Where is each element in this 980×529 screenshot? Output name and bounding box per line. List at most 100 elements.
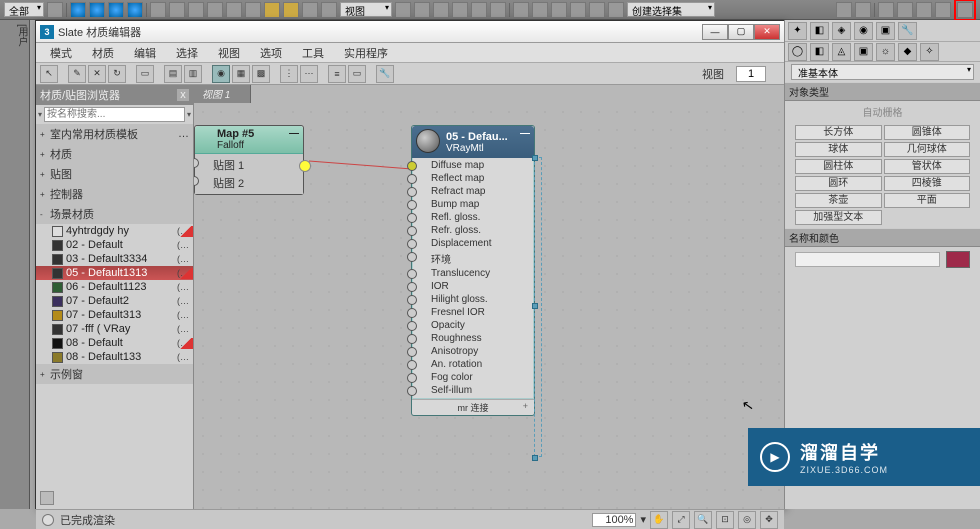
tb-8[interactable] — [207, 2, 223, 18]
node-vraymtl[interactable]: 05 - Defau... VRayMtl — Diffuse mapRefle… — [411, 125, 535, 416]
node-b-row[interactable]: Opacity — [413, 319, 533, 332]
rp-modify[interactable]: ◧ — [810, 22, 829, 40]
zoom-100[interactable]: ◎ — [738, 511, 756, 529]
zoom-down-icon[interactable]: ▾ — [640, 513, 646, 526]
tree-section-header[interactable]: +控制器 — [36, 184, 193, 204]
object-color-swatch[interactable] — [946, 251, 970, 268]
tb-20[interactable] — [490, 2, 506, 18]
tb-32[interactable] — [878, 2, 894, 18]
rp-display[interactable]: ▣ — [876, 22, 895, 40]
tree-section-header[interactable]: +室内常用材质模板… — [36, 124, 193, 144]
menu-edit[interactable]: 编辑 — [126, 43, 164, 63]
rp-util[interactable]: 🔧 — [898, 22, 917, 40]
rp-sub-5[interactable]: ☼ — [876, 43, 895, 61]
node-b-row[interactable]: Refl. gloss. — [413, 211, 533, 224]
primitive-button[interactable]: 几何球体 — [884, 142, 971, 157]
tb-15[interactable] — [395, 2, 411, 18]
tb-sphere4[interactable] — [127, 2, 143, 18]
tb-6[interactable] — [169, 2, 185, 18]
primitive-button[interactable]: 长方体 — [795, 125, 882, 140]
node-b-row[interactable]: IOR — [413, 280, 533, 293]
tb-highlighted[interactable] — [957, 2, 973, 18]
tb-33[interactable] — [897, 2, 913, 18]
tb-17[interactable] — [433, 2, 449, 18]
rp-motion[interactable]: ◉ — [854, 22, 873, 40]
rp-sub-2[interactable]: ◧ — [810, 43, 829, 61]
ed-12[interactable]: ⋯ — [300, 65, 318, 83]
tb-26[interactable] — [608, 2, 624, 18]
ed-6[interactable]: ▤ — [164, 65, 182, 83]
tb-11[interactable] — [264, 2, 280, 18]
node-b-footer[interactable]: mr 连接 — [412, 399, 534, 415]
tree-item[interactable]: 03 - Default3334(… — [36, 252, 193, 266]
menu-view[interactable]: 视图 — [210, 43, 248, 63]
tree-item[interactable]: 08 - Default133(… — [36, 350, 193, 364]
node-b-row[interactable]: Diffuse map — [413, 159, 533, 172]
node-b-row[interactable]: Translucency — [413, 267, 533, 280]
tb-13[interactable] — [302, 2, 318, 18]
ed-14[interactable]: ▭ — [348, 65, 366, 83]
tb-1[interactable] — [47, 2, 63, 18]
tb-21[interactable] — [513, 2, 529, 18]
tb-31[interactable] — [855, 2, 871, 18]
tb-25[interactable] — [589, 2, 605, 18]
tree-item[interactable]: 07 - Default313(… — [36, 308, 193, 322]
node-b-row[interactable]: Refract map — [413, 185, 533, 198]
tree-item[interactable]: 07 - Default2(… — [36, 294, 193, 308]
primitive-button[interactable]: 圆环 — [795, 176, 882, 191]
browser-foot-icon[interactable] — [40, 491, 54, 505]
rp-create[interactable]: ✦ — [788, 22, 807, 40]
tb-7[interactable] — [188, 2, 204, 18]
primitive-button[interactable]: 平面 — [884, 193, 971, 208]
tb-35[interactable] — [935, 2, 951, 18]
tree-item[interactable]: 08 - Default(… — [36, 336, 193, 350]
menu-material[interactable]: 材质 — [84, 43, 122, 63]
zoom-out[interactable]: ⊡ — [716, 511, 734, 529]
tree-item[interactable]: 4yhtrdgdy hy(… — [36, 224, 193, 238]
tree-section-header[interactable]: +贴图 — [36, 164, 193, 184]
tb-24[interactable] — [570, 2, 586, 18]
tb-18[interactable] — [452, 2, 468, 18]
ed-15[interactable]: 🔧 — [376, 65, 394, 83]
maximize-button[interactable]: ▢ — [728, 24, 754, 40]
view-dropdown[interactable]: 视图 — [340, 2, 392, 17]
primitive-button[interactable]: 圆锥体 — [884, 125, 971, 140]
ed-13[interactable]: ≡ — [328, 65, 346, 83]
node-b-row[interactable]: Fog color — [413, 371, 533, 384]
rp-hierarchy[interactable]: ◈ — [832, 22, 851, 40]
zoom-fit[interactable]: ⤢ — [672, 511, 690, 529]
tb-22[interactable] — [532, 2, 548, 18]
primitive-button[interactable]: 管状体 — [884, 159, 971, 174]
tb-sphere1[interactable] — [70, 2, 86, 18]
ed-4[interactable]: ↻ — [108, 65, 126, 83]
object-name-field[interactable] — [795, 252, 940, 267]
browser-close[interactable]: x — [177, 89, 189, 101]
node-b-row[interactable]: Hilight gloss. — [413, 293, 533, 306]
ed-10[interactable]: ▩ — [252, 65, 270, 83]
close-button[interactable]: ✕ — [754, 24, 780, 40]
menu-utilities[interactable]: 实用程序 — [336, 43, 396, 63]
node-a-output-port[interactable] — [299, 160, 311, 172]
node-a-min[interactable]: — — [289, 128, 299, 139]
node-canvas[interactable]: 视图 1 Map #5 Falloff — 贴图 1 贴图 2 — [194, 85, 784, 509]
tb-14[interactable] — [321, 2, 337, 18]
primitive-button[interactable]: 球体 — [795, 142, 882, 157]
tb-sphere2[interactable] — [89, 2, 105, 18]
node-b-row[interactable]: Reflect map — [413, 172, 533, 185]
rp-sub-3[interactable]: ◬ — [832, 43, 851, 61]
tb-34[interactable] — [916, 2, 932, 18]
zoom-in[interactable]: 🔍 — [694, 511, 712, 529]
create-sel-dropdown[interactable]: 创建选择集 — [627, 2, 715, 17]
ed-5[interactable]: ▭ — [136, 65, 154, 83]
rp-sub-6[interactable]: ◆ — [898, 43, 917, 61]
node-map5[interactable]: Map #5 Falloff — 贴图 1 贴图 2 — [194, 125, 304, 195]
node-b-row[interactable]: Anisotropy — [413, 345, 533, 358]
node-b-row[interactable]: Bump map — [413, 198, 533, 211]
ed-11[interactable]: ⋮ — [280, 65, 298, 83]
zoom-hand[interactable]: ✋ — [650, 511, 668, 529]
chevron-down-icon[interactable]: ▾ — [38, 110, 42, 119]
scope-dropdown[interactable]: 全部 — [4, 2, 44, 17]
tb-sphere3[interactable] — [108, 2, 124, 18]
tb-19[interactable] — [471, 2, 487, 18]
node-b-row[interactable]: Refr. gloss. — [413, 224, 533, 237]
